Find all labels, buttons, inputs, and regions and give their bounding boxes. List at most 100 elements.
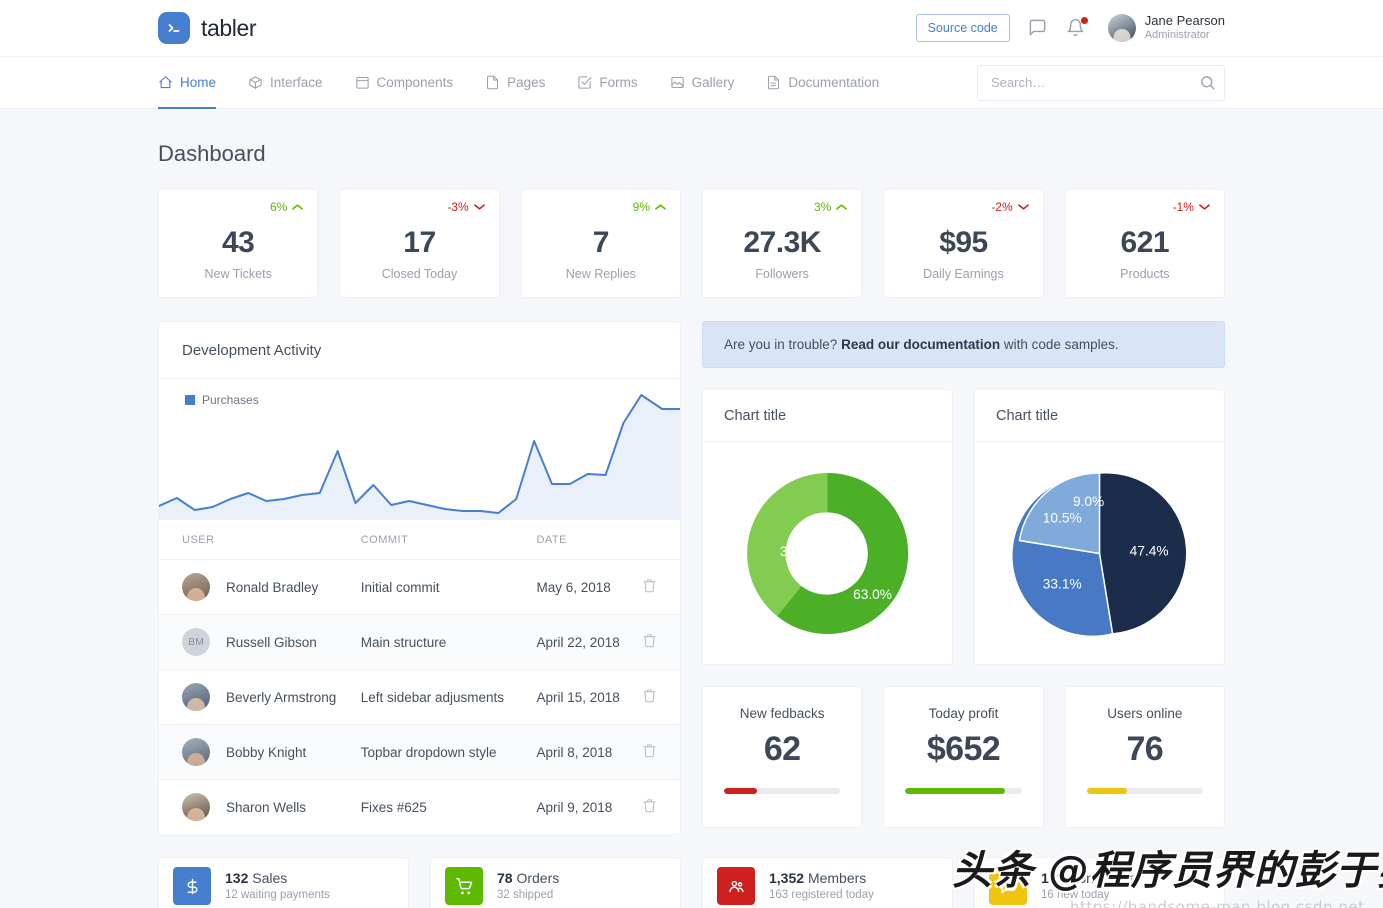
nav-item-home[interactable]: Home — [158, 57, 232, 109]
image-icon — [670, 75, 685, 90]
stat-card-daily-earnings: -2% $95 Daily Earnings — [883, 189, 1044, 298]
pie-chart: 47.4% 33.1% 10.5% 9.0% — [975, 442, 1224, 664]
brand-name: tabler — [201, 14, 257, 41]
home-icon — [158, 75, 173, 90]
progress-bar — [724, 788, 841, 794]
stat-value: 621 — [1120, 226, 1170, 259]
status-badge: 9% — [633, 201, 666, 213]
commit-date: April 15, 2018 — [536, 669, 641, 725]
card-title: Chart title — [724, 407, 787, 424]
delete-icon[interactable] — [642, 689, 657, 706]
nav-item-forms[interactable]: Forms — [561, 57, 653, 109]
mini-card-sub: 163 registered today — [769, 888, 874, 901]
users-icon — [717, 867, 755, 905]
stat-card-new-replies: 9% 7 New Replies — [520, 189, 681, 298]
chevron-down-icon — [473, 201, 485, 213]
nav-item-interface[interactable]: Interface — [232, 57, 339, 109]
brand[interactable]: tabler — [158, 12, 257, 44]
trend-value: -1% — [1172, 200, 1194, 214]
trend-value: -3% — [447, 200, 469, 214]
chevron-up-icon — [836, 201, 848, 213]
notifications-bell-icon[interactable] — [1066, 17, 1088, 38]
stat-card-followers: 3% 27.3K Followers — [701, 189, 863, 298]
th-commit: COMMIT — [360, 520, 537, 560]
avatar: BM — [182, 628, 210, 656]
alert-link[interactable]: Read our documentation — [841, 337, 1000, 352]
metric-value: 62 — [763, 730, 801, 768]
nav-item-components[interactable]: Components — [339, 57, 470, 109]
user-name: Bobby Knight — [226, 744, 307, 760]
main-navbar: Home Interface Components Pages Forms Ga… — [0, 57, 1383, 109]
mini-card-label: Orders — [516, 869, 560, 886]
header-actions: Source code Jane Pearson Administrator — [915, 13, 1225, 43]
donut-chart: 37.0% 63.0% — [703, 442, 952, 664]
chevron-down-icon — [1199, 201, 1210, 213]
search-icon[interactable] — [1198, 74, 1216, 92]
mini-card-members: 1,352 Members 163 registered today — [702, 857, 953, 908]
legend-label-purchases: Purchases — [202, 393, 259, 407]
stat-label: Followers — [755, 267, 809, 281]
commit-message: Main structure — [360, 614, 537, 670]
table-header-row: USER COMMIT DATE — [159, 520, 680, 560]
card-title: Development Activity — [182, 341, 322, 359]
nav-label: Forms — [599, 75, 638, 90]
user-menu[interactable]: Jane Pearson Administrator — [1107, 13, 1225, 43]
delete-icon[interactable] — [642, 634, 657, 651]
progress-bar — [1086, 788, 1203, 794]
card-header: Chart title — [975, 390, 1224, 442]
pie-chart-svg: 47.4% 33.1% 10.5% 9.0% — [1011, 471, 1188, 637]
donut-slice-label-0: 63.0% — [853, 587, 892, 602]
progress-fill — [905, 788, 1006, 794]
mini-card-main: 78 Orders — [497, 869, 559, 887]
mini-card-sales: 132 Sales 12 waiting payments — [158, 857, 409, 908]
stat-label: Daily Earnings — [923, 267, 1004, 281]
th-actions — [640, 520, 680, 560]
card-title: Users online — [1107, 706, 1183, 721]
messages-icon[interactable] — [1028, 18, 1048, 38]
card-title: Chart title — [996, 407, 1059, 424]
commit-date: May 6, 2018 — [536, 559, 641, 615]
development-activity-card: Development Activity Purchases USER COMM… — [158, 321, 681, 835]
progress-card-new-fedbacks: New fedbacks 62 — [702, 686, 863, 828]
delete-icon[interactable] — [642, 579, 657, 596]
donut-chart-svg: 37.0% 63.0% — [747, 472, 909, 634]
table-head: USER COMMIT DATE — [159, 520, 680, 560]
commit-message: Left sidebar adjusments — [360, 669, 537, 725]
user-name: Russell Gibson — [226, 634, 317, 650]
user-name: Beverly Armstrong — [226, 689, 337, 705]
status-badge: 3% — [813, 200, 848, 214]
trend-value: -2% — [991, 200, 1013, 214]
delete-icon[interactable] — [642, 799, 657, 816]
tabler-logo-icon — [158, 12, 190, 44]
nav-item-pages[interactable]: Pages — [469, 57, 561, 109]
nav-item-gallery[interactable]: Gallery — [654, 57, 751, 109]
source-code-button[interactable]: Source code — [915, 14, 1010, 42]
card-header: Development Activity — [159, 322, 680, 379]
nav-items: Home Interface Components Pages Forms Ga… — [158, 57, 895, 109]
mini-card-number: 78 — [497, 869, 513, 886]
stat-cards-row: 6% 43 New Tickets -3% 17 Closed Today 9% — [158, 189, 1225, 298]
stat-value: 43 — [221, 226, 255, 259]
mini-card-main: 132 Sales — [225, 869, 330, 887]
th-user: USER — [159, 520, 361, 560]
mini-card-number: 132 — [1041, 869, 1065, 886]
dashboard-page: tabler Source code Jane Pearson Administ… — [0, 0, 1383, 908]
pie-slice-label-2: 10.5% — [1043, 510, 1082, 525]
calendar-icon — [355, 75, 370, 90]
status-badge: -2% — [991, 200, 1029, 214]
commit-message: Fixes #625 — [360, 799, 427, 815]
stat-label: Products — [1120, 267, 1170, 281]
chart-legend: Purchases — [185, 393, 259, 407]
table-row: Bobby Knight Topbar dropdown style April… — [159, 724, 680, 780]
nav-item-documentation[interactable]: Documentation — [750, 57, 895, 109]
stat-value: $95 — [939, 226, 988, 259]
cart-icon — [445, 867, 483, 905]
trend-value: 3% — [813, 200, 832, 214]
search-container — [977, 64, 1225, 101]
mini-card-main: 132 Comments — [1041, 869, 1136, 887]
search-input[interactable] — [977, 64, 1225, 101]
page-content: Dashboard 6% 43 New Tickets -3% 17 Close… — [0, 141, 1383, 908]
delete-icon[interactable] — [642, 744, 657, 761]
stat-card-products: -1% 621 Products — [1064, 189, 1225, 298]
donut-slice-label-1: 37.0% — [780, 544, 819, 559]
